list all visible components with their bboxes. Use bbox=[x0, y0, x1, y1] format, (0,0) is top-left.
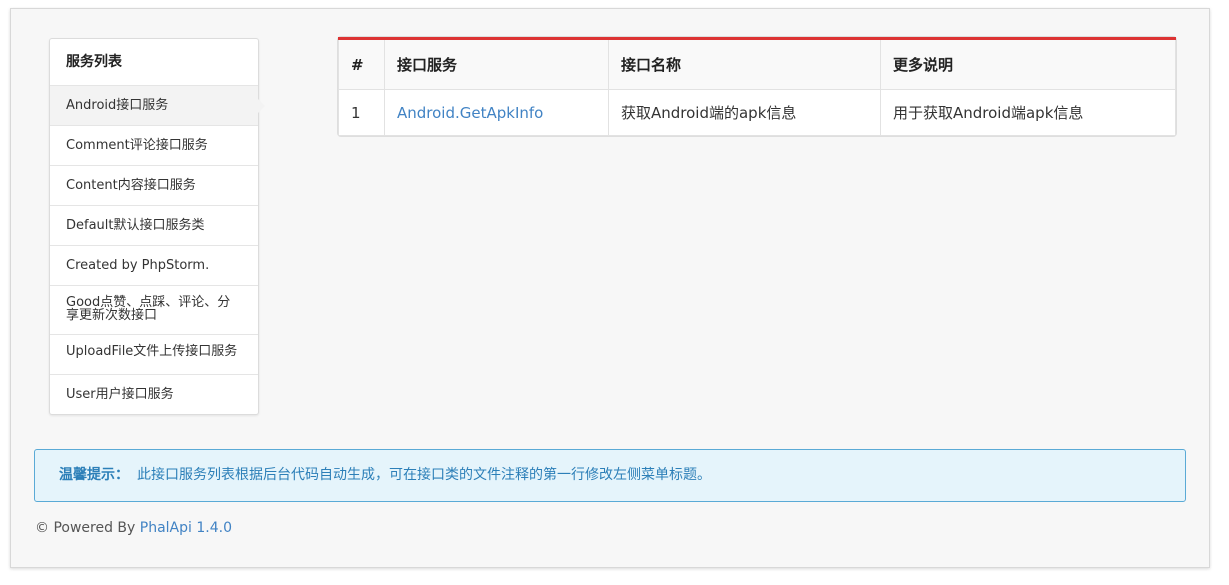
sidebar-item-content[interactable]: Content内容接口服务 bbox=[50, 166, 258, 206]
notice-box: 温馨提示： 此接口服务列表根据后台代码自动生成，可在接口类的文件注释的第一行修改左… bbox=[34, 449, 1186, 502]
row-service-cell: Android.GetApkInfo bbox=[384, 89, 609, 136]
page-container: 服务列表 Android接口服务 Comment评论接口服务 Content内容… bbox=[10, 8, 1210, 568]
sidebar-item-label: Content内容接口服务 bbox=[66, 178, 196, 193]
header-description: 更多说明 bbox=[880, 38, 1176, 90]
sidebar-item-label: Default默认接口服务类 bbox=[66, 218, 205, 233]
api-table: # 接口服务 接口名称 更多说明 1 Android.GetApkInfo 获取… bbox=[338, 37, 1176, 136]
header-index: # bbox=[338, 38, 385, 90]
sidebar-item-user[interactable]: User用户接口服务 bbox=[50, 375, 258, 414]
sidebar-item-comment[interactable]: Comment评论接口服务 bbox=[50, 126, 258, 166]
sidebar-item-label: User用户接口服务 bbox=[66, 387, 174, 402]
table-header-row: # 接口服务 接口名称 更多说明 bbox=[338, 38, 1176, 90]
sidebar-item-default[interactable]: Default默认接口服务类 bbox=[50, 206, 258, 246]
sidebar-item-label: Good点赞、点踩、评论、分享更新次数接口 bbox=[66, 295, 231, 323]
row-index: 1 bbox=[338, 89, 385, 136]
header-service: 接口服务 bbox=[384, 38, 609, 90]
service-link[interactable]: Android.GetApkInfo bbox=[397, 104, 543, 122]
sidebar-item-label: Created by PhpStorm. bbox=[66, 258, 210, 273]
notice-title: 温馨提示： bbox=[59, 467, 129, 483]
footer-prefix: © Powered By bbox=[35, 520, 136, 536]
phalapi-link[interactable]: PhalApi 1.4.0 bbox=[140, 520, 232, 536]
sidebar-item-uploadfile[interactable]: UploadFile文件上传接口服务 bbox=[50, 335, 258, 375]
table-row: 1 Android.GetApkInfo 获取Android端的apk信息 用于… bbox=[338, 89, 1176, 136]
row-name: 获取Android端的apk信息 bbox=[608, 89, 881, 136]
active-pointer-icon bbox=[258, 98, 265, 113]
sidebar-item-good[interactable]: Good点赞、点踩、评论、分享更新次数接口 bbox=[50, 286, 258, 335]
sidebar-item-label: Android接口服务 bbox=[66, 98, 169, 113]
header-name: 接口名称 bbox=[608, 38, 881, 90]
notice-text: 此接口服务列表根据后台代码自动生成，可在接口类的文件注释的第一行修改左侧菜单标题… bbox=[137, 467, 711, 483]
sidebar-item-phpstorm[interactable]: Created by PhpStorm. bbox=[50, 246, 258, 286]
sidebar-item-label: Comment评论接口服务 bbox=[66, 138, 208, 153]
sidebar-item-android[interactable]: Android接口服务 bbox=[50, 86, 265, 126]
row-description: 用于获取Android端apk信息 bbox=[880, 89, 1176, 136]
sidebar-title: 服务列表 bbox=[50, 39, 258, 86]
sidebar-item-label: UploadFile文件上传接口服务 bbox=[66, 344, 238, 359]
footer: © Powered By PhalApi 1.4.0 bbox=[35, 520, 232, 536]
sidebar-menu: 服务列表 Android接口服务 Comment评论接口服务 Content内容… bbox=[49, 38, 265, 415]
